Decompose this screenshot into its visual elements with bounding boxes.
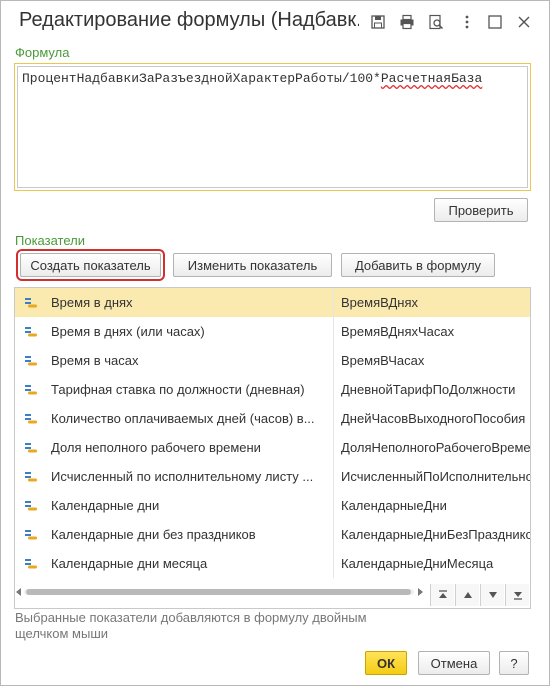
indicator-id-cell: ДоляНеполногоРабочегоВремени — [341, 440, 530, 455]
scroll-up-button[interactable] — [455, 584, 479, 606]
close-icon[interactable] — [515, 13, 533, 31]
indicator-id-cell: КалендарныеДниМесяца — [341, 556, 494, 571]
add-to-formula-button[interactable]: Добавить в формулу — [341, 253, 495, 277]
indicator-name: Время в днях (или часах) — [51, 324, 205, 339]
indicator-name: Календарные дни без праздников — [51, 527, 256, 542]
indicator-id-cell: КалендарныеДни — [341, 498, 447, 513]
cancel-button[interactable]: Отмена — [418, 651, 490, 675]
table-row[interactable]: Тарифная ставка по должности (дневная) Дн… — [15, 375, 530, 404]
indicator-name: Время в часах — [51, 353, 139, 368]
horizontal-scrollbar[interactable] — [16, 584, 425, 598]
table-row[interactable]: Время в днях ВремяВДнях — [15, 288, 530, 317]
indicator-icon — [23, 382, 39, 398]
indicator-icon — [23, 295, 39, 311]
more-menu-icon[interactable] — [458, 13, 476, 31]
hint-text: Выбранные показатели добавляются в форму… — [15, 610, 367, 641]
indicator-id-cell: ВремяВДнях — [334, 288, 530, 317]
scroll-down-button[interactable] — [480, 584, 504, 606]
ok-button[interactable]: ОК — [365, 651, 407, 675]
indicator-name-cell: Тарифная ставка по должности (дневная) — [15, 375, 333, 404]
title-bar: Редактирование формулы (Надбавк... — [1, 1, 549, 43]
indicator-name-cell: Исчисленный по исполнительному листу ... — [15, 462, 333, 491]
scroll-up-icon — [463, 592, 472, 598]
indicators-table[interactable]: Время в днях ВремяВДнях Время в днях (или … — [14, 287, 531, 609]
scroll-to-top-button[interactable] — [430, 584, 454, 606]
indicator-name-cell: Время в днях — [15, 288, 333, 317]
help-button[interactable]: ? — [499, 651, 529, 675]
indicator-name-cell: Календарные дни без праздников — [15, 520, 333, 549]
table-row[interactable]: Количество оплачиваемых дней (часов) в..… — [15, 404, 530, 433]
indicator-name-cell: Время в часах — [15, 346, 333, 375]
indicator-name: Календарные дни месяца — [51, 556, 208, 571]
indicator-name: Количество оплачиваемых дней (часов) в..… — [51, 411, 315, 426]
table-row[interactable]: Исчисленный по исполнительному листу ...… — [15, 462, 530, 491]
indicator-name: Календарные дни — [51, 498, 160, 513]
scroll-left-arrow-icon[interactable] — [16, 588, 21, 596]
scroll-right-arrow-icon[interactable] — [418, 588, 423, 596]
scroll-bottom-icon — [513, 592, 522, 600]
indicator-icon — [23, 527, 39, 543]
indicator-icon — [23, 411, 39, 427]
save-icon[interactable] — [369, 13, 387, 31]
indicator-icon — [23, 498, 39, 514]
indicator-id-cell: ИсчисленныйПоИсполнительномуЛисту — [341, 469, 530, 484]
scroll-down-icon — [488, 592, 497, 598]
preview-icon[interactable] — [427, 13, 445, 31]
formula-editor-window: Редактирование формулы (Надбавк... Форму… — [0, 0, 550, 686]
indicator-id-cell: ВремяВДняхЧасах — [341, 324, 455, 339]
formula-text-unknown-identifier: РасчетнаяБаза — [380, 71, 483, 86]
table-row[interactable]: Время в часах ВремяВЧасах — [15, 346, 530, 375]
indicator-icon — [23, 324, 39, 340]
indicators-label: Показатели — [15, 233, 85, 248]
formula-text: ПроцентНадбавкиЗаРазъезднойХарактерРабот… — [22, 71, 482, 86]
table-row[interactable]: Календарные дни месяца КалендарныеДниМеся… — [15, 549, 530, 578]
scroll-top-icon — [438, 590, 447, 598]
indicator-icon — [23, 556, 39, 572]
table-row[interactable]: Календарные дни без праздников Календарны… — [15, 520, 530, 549]
indicator-id-cell: ДневнойТарифПоДолжности — [341, 382, 516, 397]
indicator-name: Тарифная ставка по должности (дневная) — [51, 382, 305, 397]
indicator-name-cell: Календарные дни месяца — [15, 549, 333, 578]
indicator-icon — [23, 469, 39, 485]
indicator-name-cell: Календарные дни — [15, 491, 333, 520]
scroll-thumb[interactable] — [26, 589, 411, 595]
table-row[interactable]: Время в днях (или часах) ВремяВДняхЧасах — [15, 317, 530, 346]
indicator-id-cell: ДнейЧасовВыходногоПособия — [341, 411, 526, 426]
indicator-name-cell: Время в днях (или часах) — [15, 317, 333, 346]
indicator-name: Доля неполного рабочего времени — [51, 440, 261, 455]
formula-label: Формула — [15, 45, 70, 60]
check-button[interactable]: Проверить — [434, 198, 528, 222]
edit-indicator-button[interactable]: Изменить показатель — [173, 253, 332, 277]
indicator-name-cell: Количество оплачиваемых дней (часов) в..… — [15, 404, 333, 433]
indicator-name: Время в днях — [51, 295, 133, 310]
print-icon[interactable] — [398, 13, 416, 31]
maximize-icon[interactable] — [486, 13, 504, 31]
window-title: Редактирование формулы (Надбавк... — [19, 9, 359, 31]
indicator-name-cell: Доля неполного рабочего времени — [15, 433, 333, 462]
indicator-name: Исчисленный по исполнительному листу ... — [51, 469, 314, 484]
indicator-id-cell: КалендарныеДниБезПраздников — [341, 527, 530, 542]
formula-text-main: ПроцентНадбавкиЗаРазъезднойХарактерРабот… — [22, 71, 381, 86]
scroll-to-bottom-button[interactable] — [505, 584, 529, 606]
formula-textarea-inner: ПроцентНадбавкиЗаРазъезднойХарактерРабот… — [17, 66, 528, 188]
table-row[interactable]: Календарные дни КалендарныеДни — [15, 491, 530, 520]
indicator-icon — [23, 440, 39, 456]
indicator-id-cell: ВремяВЧасах — [341, 353, 425, 368]
formula-textarea[interactable]: ПроцентНадбавкиЗаРазъезднойХарактерРабот… — [14, 63, 531, 191]
create-indicator-button[interactable]: Создать показатель — [16, 249, 165, 281]
table-row[interactable]: Доля неполного рабочего времени ДоляНепол… — [15, 433, 530, 462]
indicator-icon — [23, 353, 39, 369]
